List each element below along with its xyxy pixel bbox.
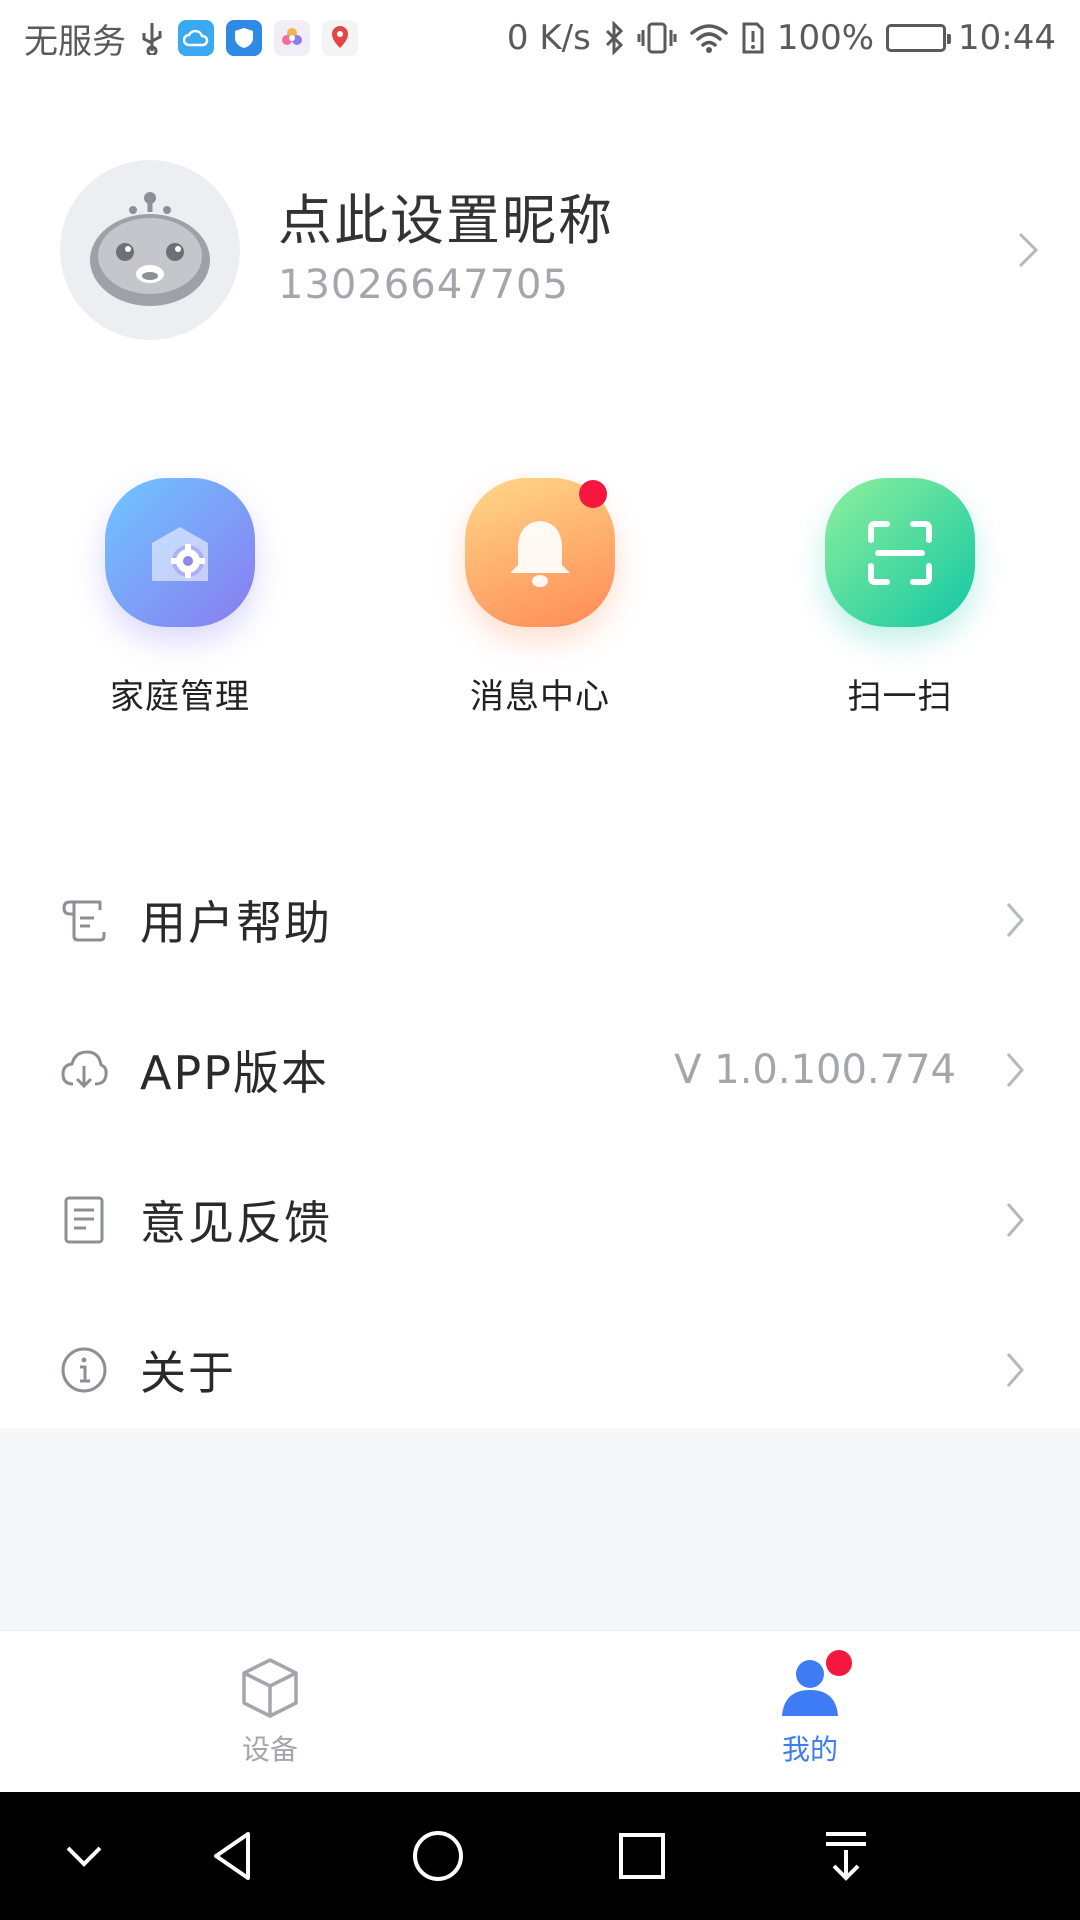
chevron-right-icon (1006, 903, 1024, 937)
help-scroll-icon (58, 894, 110, 946)
user-icon (778, 1650, 852, 1720)
home-settings-icon (105, 478, 255, 627)
menu-item-app-version[interactable]: APP版本 V 1.0.100.774 (0, 995, 1080, 1145)
notification-shade-icon[interactable] (816, 1826, 876, 1886)
status-bar: 无服务 0 K/s 100% 10:44 (0, 0, 1080, 76)
robot-avatar-icon (90, 192, 210, 306)
document-icon (58, 1194, 110, 1246)
battery-icon (886, 24, 952, 52)
menu-label-about: 关于 (140, 1346, 236, 1400)
info-icon (58, 1344, 110, 1396)
menu-item-about[interactable]: 关于 (0, 1295, 1080, 1445)
shield-app-icon (226, 20, 262, 56)
bell-icon (465, 478, 615, 627)
system-nav-bar (0, 1792, 1080, 1920)
tab-mine-label: 我的 (781, 1733, 838, 1766)
menu-item-feedback[interactable]: 意见反馈 (0, 1145, 1080, 1295)
flower-app-icon (274, 20, 310, 56)
cloud-download-icon (58, 1044, 110, 1096)
tab-devices[interactable]: 设备 (170, 1631, 370, 1793)
tab-devices-label: 设备 (241, 1733, 298, 1766)
avatar[interactable] (60, 160, 240, 340)
menu-item-help[interactable]: 用户帮助 (0, 845, 1080, 995)
vibrate-icon (637, 21, 677, 55)
back-icon[interactable] (204, 1826, 264, 1886)
nickname-text[interactable]: 点此设置昵称 (278, 176, 614, 255)
scan-label: 扫一扫 (847, 677, 953, 717)
message-center-button[interactable]: 消息中心 (430, 478, 650, 718)
scan-button[interactable]: 扫一扫 (790, 478, 1010, 718)
tab-mine[interactable]: 我的 (710, 1631, 910, 1793)
phone-number: 13026647705 (278, 262, 569, 308)
cloud-app-icon (178, 20, 214, 56)
message-center-label: 消息中心 (470, 677, 610, 717)
notification-badge (579, 480, 607, 508)
usb-icon (138, 21, 166, 55)
wifi-icon (689, 22, 729, 54)
family-management-button[interactable]: 家庭管理 (70, 478, 290, 718)
content-background (0, 1428, 1080, 1630)
menu-label-app-version: APP版本 (140, 1046, 329, 1100)
clock: 10:44 (958, 18, 1056, 58)
home-icon[interactable] (408, 1826, 468, 1886)
sim-alert-icon (741, 21, 765, 55)
chevron-right-icon (1006, 1053, 1024, 1087)
notification-badge (826, 1650, 852, 1676)
cube-icon (242, 1658, 298, 1718)
quick-actions: 家庭管理 消息中心 扫一扫 (0, 478, 1080, 718)
chevron-down-icon[interactable] (54, 1826, 114, 1886)
profile-header[interactable]: 点此设置昵称 13026647705 (0, 150, 1080, 350)
settings-menu: 用户帮助 APP版本 V 1.0.100.774 意见反馈 关于 (0, 845, 1080, 1445)
recents-icon[interactable] (612, 1826, 672, 1886)
family-management-label: 家庭管理 (110, 677, 250, 717)
chevron-right-icon (1006, 1203, 1024, 1237)
app-version-value: V 1.0.100.774 (674, 1047, 956, 1093)
bluetooth-icon (603, 21, 625, 55)
bottom-tab-bar: 设备 我的 (0, 1630, 1080, 1792)
map-app-icon (322, 20, 358, 56)
chevron-right-icon[interactable] (1012, 230, 1042, 270)
menu-label-feedback: 意见反馈 (140, 1196, 332, 1250)
carrier-text: 无服务 (24, 21, 126, 62)
network-speed: 0 K/s (506, 18, 591, 58)
menu-label-help: 用户帮助 (140, 896, 332, 950)
chevron-right-icon (1006, 1353, 1024, 1387)
scan-icon (825, 478, 975, 627)
battery-percent: 100% (776, 18, 875, 58)
